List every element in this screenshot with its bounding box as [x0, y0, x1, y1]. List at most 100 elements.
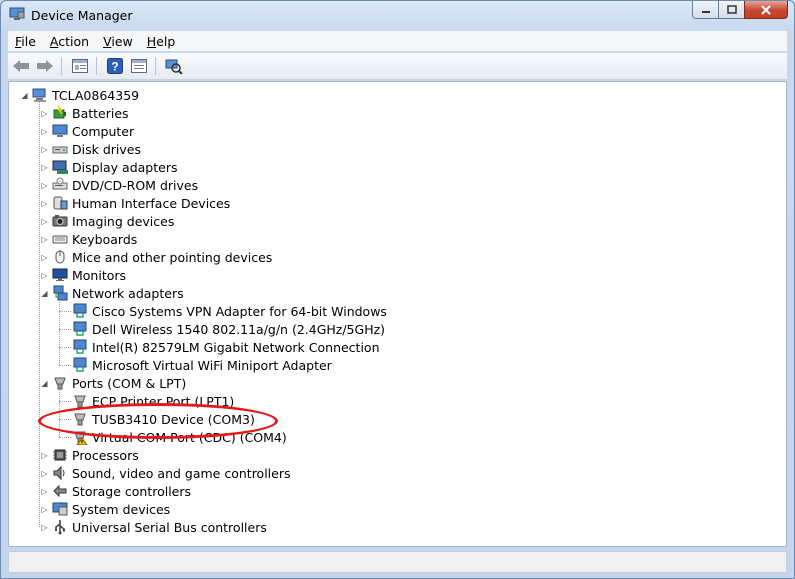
collapsed-triangle-icon[interactable]: ▷ [40, 523, 49, 532]
tree-item-label: Monitors [72, 267, 127, 283]
computer-icon [52, 124, 68, 137]
tree-connector [59, 365, 71, 366]
menu-mnemonic: H [146, 33, 157, 49]
properties-view-button[interactable] [69, 56, 91, 76]
collapsed-triangle-icon[interactable]: ▷ [40, 145, 49, 154]
tree-device-item[interactable]: TUSB3410 Device (COM3) [72, 410, 255, 428]
root-computer-icon [32, 88, 46, 102]
help-button[interactable]: ? [104, 56, 126, 76]
collapsed-triangle-icon[interactable]: ▷ [40, 505, 49, 514]
update-driver-button[interactable] [128, 56, 150, 76]
tree-root-computer[interactable]: TCLA0864359 [32, 86, 139, 104]
caption-buttons [692, 1, 788, 21]
collapsed-triangle-icon[interactable]: ▷ [40, 469, 49, 478]
collapsed-triangle-icon[interactable]: ▷ [40, 235, 49, 244]
tree-category-battery[interactable]: Batteries [52, 104, 129, 122]
title-bar[interactable]: Device Manager [1, 1, 794, 29]
tree-category-monitor[interactable]: Monitors [52, 266, 126, 284]
menu-label-rest: ction [58, 33, 90, 49]
net-device-icon [73, 339, 87, 354]
tree-category-network-adapter[interactable]: Network adapters [52, 284, 184, 302]
close-icon [761, 4, 771, 15]
tree-category-keyboard[interactable]: Keyboards [52, 230, 137, 248]
tree-device-item[interactable]: Virtual COM Port (CDC) (COM4) [72, 428, 287, 446]
forward-icon [37, 60, 53, 72]
tree-item-label: Keyboards [72, 231, 138, 247]
properties-view-icon [72, 59, 88, 73]
scan-hardware-button[interactable] [163, 56, 185, 76]
menu-help[interactable]: Help [140, 34, 183, 49]
tree-item-label: TUSB3410 Device (COM3) [92, 411, 255, 427]
expanded-triangle-icon[interactable]: ◢ [20, 91, 29, 100]
net-device-icon [73, 321, 87, 336]
tree-item-label: Batteries [72, 105, 129, 121]
forward-button[interactable] [34, 56, 56, 76]
collapsed-triangle-icon[interactable]: ▷ [40, 199, 49, 208]
back-icon [13, 60, 29, 72]
minimize-button[interactable] [692, 1, 718, 19]
menu-action[interactable]: Action [43, 34, 96, 49]
hid-icon [53, 196, 68, 210]
keyboard-icon [52, 235, 68, 244]
minimize-icon [701, 10, 710, 13]
tree-category-speaker[interactable]: Sound, video and game controllers [52, 464, 291, 482]
tree-item-label: Sound, video and game controllers [72, 465, 291, 481]
tree-category-display-adapter[interactable]: Display adapters [52, 158, 177, 176]
tree-category-mouse[interactable]: Mice and other pointing devices [52, 248, 272, 266]
menu-view[interactable]: View [96, 34, 140, 49]
collapsed-triangle-icon[interactable]: ▷ [40, 487, 49, 496]
tree-category-camera[interactable]: Imaging devices [52, 212, 174, 230]
monitor-icon [52, 268, 68, 281]
tree-connector [59, 347, 71, 348]
tree-category-storage-controller[interactable]: Storage controllers [52, 482, 191, 500]
collapsed-triangle-icon[interactable]: ▷ [40, 253, 49, 262]
close-button[interactable] [744, 1, 788, 19]
tree-item-label: Storage controllers [72, 483, 192, 499]
tree-category-dvd-drive[interactable]: DVD/CD-ROM drives [52, 176, 198, 194]
tree-category-hid[interactable]: Human Interface Devices [52, 194, 230, 212]
tree-device-item[interactable]: Intel(R) 82579LM Gigabit Network Connect… [72, 338, 380, 356]
tree-item-label: Microsoft Virtual WiFi Miniport Adapter [92, 357, 332, 373]
tree-item-label: System devices [72, 501, 171, 517]
toolbar-separator [155, 57, 156, 75]
status-bar [8, 551, 787, 573]
network-adapter-icon [53, 285, 68, 301]
help-icon: ? [107, 58, 123, 74]
camera-icon [52, 215, 68, 227]
tree-category-processor[interactable]: Processors [52, 446, 139, 464]
svg-text:?: ? [111, 60, 118, 74]
collapsed-triangle-icon[interactable]: ▷ [40, 217, 49, 226]
usb-icon [55, 520, 66, 535]
menu-file[interactable]: File [8, 34, 43, 49]
tree-connector [59, 329, 71, 330]
collapsed-triangle-icon[interactable]: ▷ [40, 127, 49, 136]
display-adapter-icon [52, 160, 68, 174]
expanded-triangle-icon[interactable]: ◢ [40, 379, 49, 388]
tree-item-label: Universal Serial Bus controllers [72, 519, 267, 535]
expanded-triangle-icon[interactable]: ◢ [40, 289, 49, 298]
port-icon [74, 431, 88, 445]
menu-mnemonic: A [49, 33, 59, 49]
tree-category-system-device[interactable]: System devices [52, 500, 170, 518]
tree-device-item[interactable]: Dell Wireless 1540 802.11a/g/n (2.4GHz/5… [72, 320, 385, 338]
collapsed-triangle-icon[interactable]: ▷ [40, 109, 49, 118]
collapsed-triangle-icon[interactable]: ▷ [40, 271, 49, 280]
collapsed-triangle-icon[interactable]: ▷ [40, 181, 49, 190]
tree-category-computer[interactable]: Computer [52, 122, 134, 140]
tree-device-item[interactable]: ECP Printer Port (LPT1) [72, 392, 234, 410]
collapsed-triangle-icon[interactable]: ▷ [40, 163, 49, 172]
battery-icon [53, 105, 66, 119]
device-manager-window: Device Manager File Action View Help ? ◢… [0, 0, 795, 579]
maximize-button[interactable] [718, 1, 744, 19]
back-button[interactable] [10, 56, 32, 76]
tree-item-label: Disk drives [72, 141, 141, 157]
tree-category-disk-drive[interactable]: Disk drives [52, 140, 141, 158]
tree-device-item[interactable]: Cisco Systems VPN Adapter for 64-bit Win… [72, 302, 387, 320]
tree-connector [59, 311, 71, 312]
tree-category-usb[interactable]: Universal Serial Bus controllers [52, 518, 267, 536]
tree-device-item[interactable]: Microsoft Virtual WiFi Miniport Adapter [72, 356, 332, 374]
collapsed-triangle-icon[interactable]: ▷ [40, 451, 49, 460]
device-tree[interactable]: ◢ TCLA0864359 ▷ Batteries ▷ Computer ▷ Disk dri… [8, 81, 787, 547]
tree-category-port[interactable]: Ports (COM & LPT) [52, 374, 186, 392]
port-icon [74, 413, 86, 426]
